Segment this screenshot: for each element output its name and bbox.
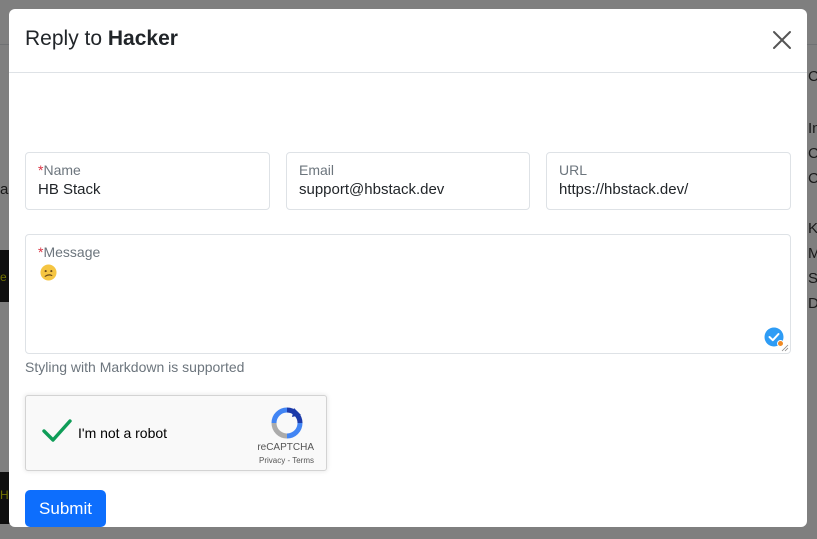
name-label: *Name bbox=[38, 162, 81, 178]
submit-button[interactable]: Submit bbox=[25, 490, 106, 527]
modal-title-prefix: Reply to bbox=[25, 27, 108, 50]
captcha-brand: reCAPTCHA bbox=[257, 442, 314, 453]
close-icon bbox=[773, 31, 791, 49]
email-field[interactable]: Email support@hbstack.dev bbox=[286, 152, 530, 210]
url-value: https://hbstack.dev/ bbox=[559, 181, 689, 198]
url-label: URL bbox=[559, 162, 588, 178]
modal-title-name: Hacker bbox=[107, 27, 178, 50]
recaptcha-logo-icon bbox=[271, 407, 303, 439]
confused-face-emoji-icon bbox=[40, 264, 57, 281]
modal-header: Reply to Hacker bbox=[9, 9, 807, 73]
message-label: *Message bbox=[38, 244, 101, 260]
privacy-link[interactable]: Privacy bbox=[259, 456, 285, 465]
url-field[interactable]: URL https://hbstack.dev/ bbox=[546, 152, 791, 210]
email-value: support@hbstack.dev bbox=[299, 181, 445, 198]
terms-link[interactable]: Terms bbox=[292, 456, 314, 465]
captcha-links: Privacy - Terms bbox=[259, 456, 314, 465]
name-value: HB Stack bbox=[38, 181, 101, 198]
modal-title: Reply to Hacker bbox=[25, 27, 178, 51]
name-field[interactable]: *Name HB Stack bbox=[25, 152, 270, 210]
checkmark-icon[interactable] bbox=[42, 418, 72, 444]
recaptcha-widget: I'm not a robot reCAPTCHA Privacy - Term… bbox=[25, 395, 327, 471]
resize-handle-icon[interactable] bbox=[781, 344, 789, 352]
reply-modal: Reply to Hacker *Name HB Stack Email sup… bbox=[9, 9, 807, 527]
message-textarea[interactable]: *Message bbox=[25, 234, 791, 354]
markdown-help-text: Styling with Markdown is supported bbox=[25, 359, 245, 375]
email-label: Email bbox=[299, 162, 335, 178]
close-button[interactable] bbox=[771, 29, 793, 51]
captcha-label: I'm not a robot bbox=[78, 425, 168, 441]
